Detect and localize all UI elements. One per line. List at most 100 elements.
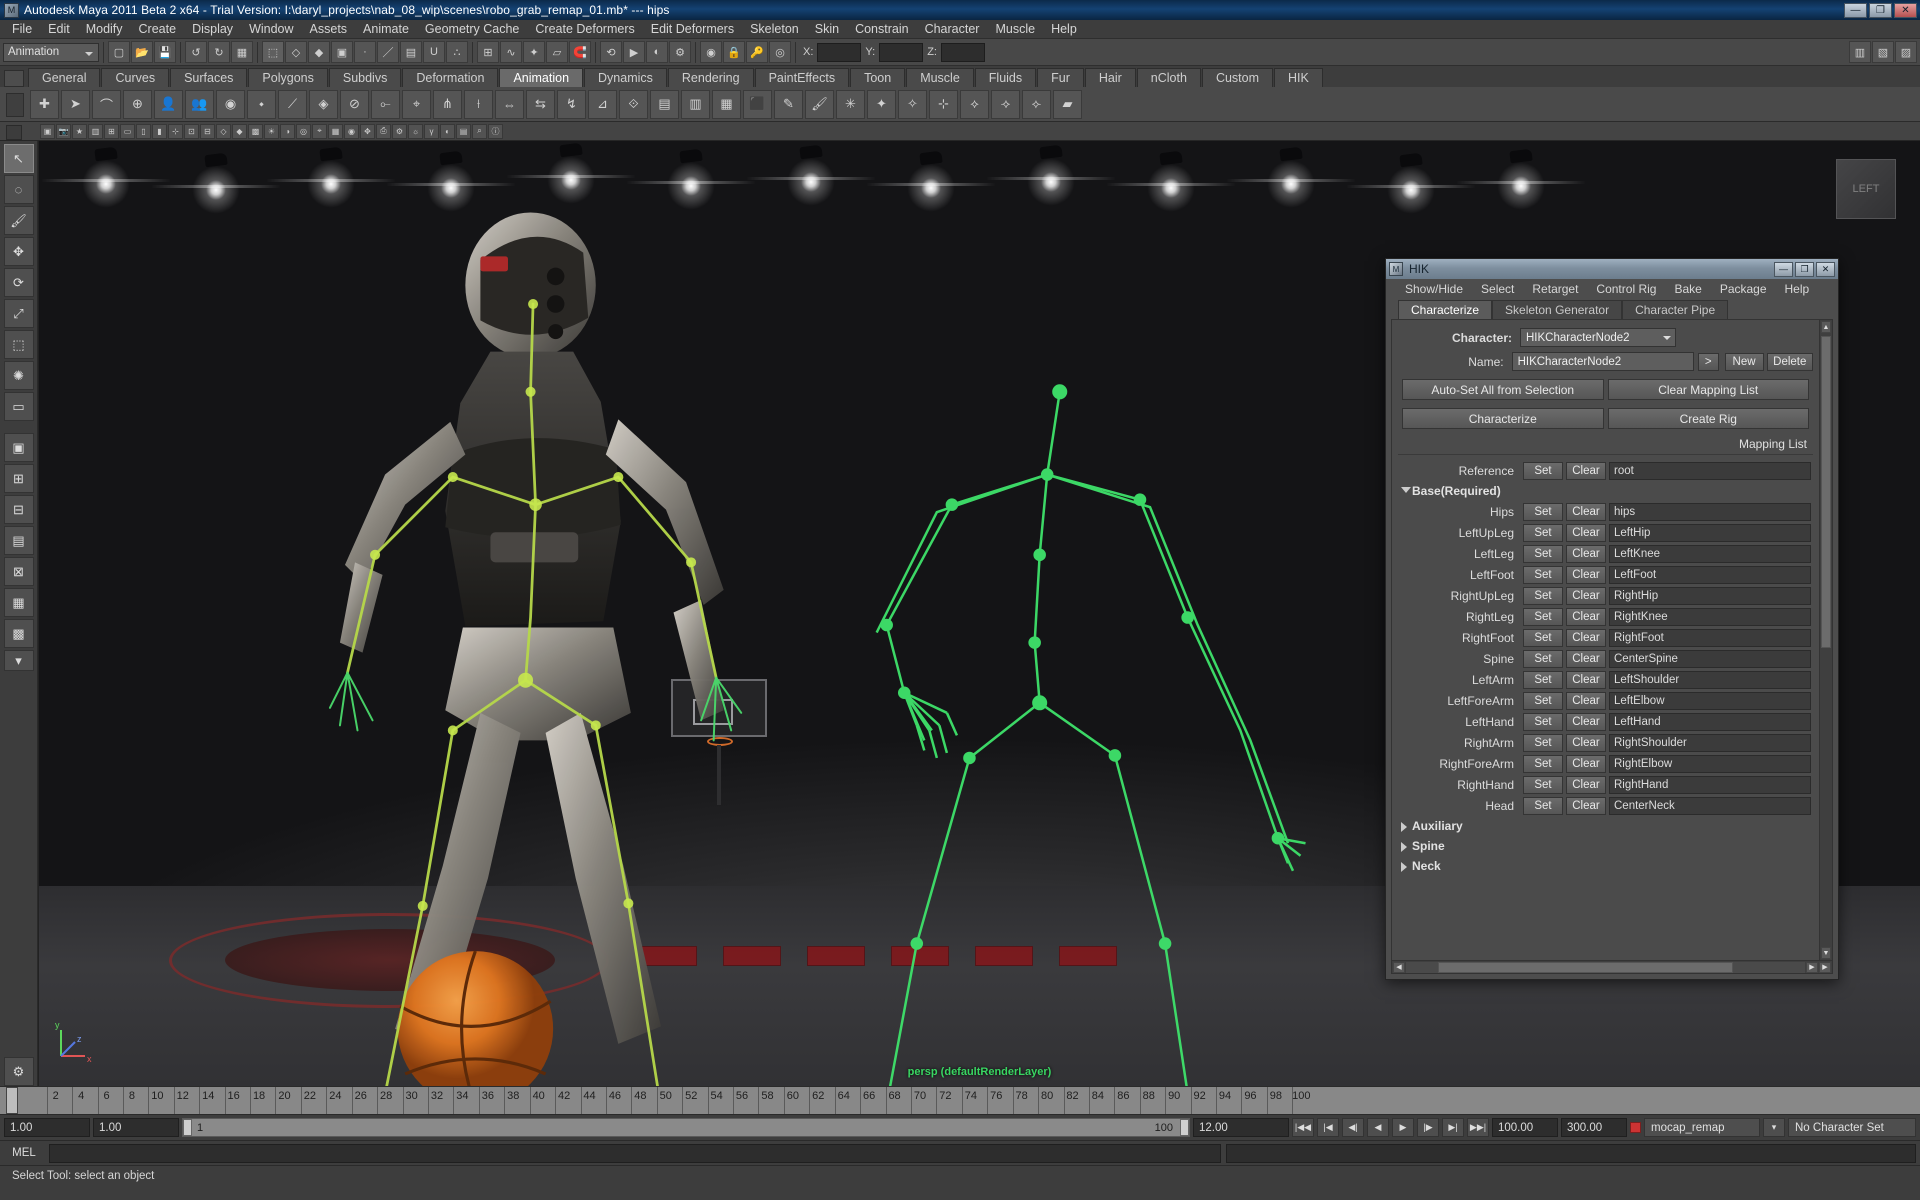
layout-hyper-persp-icon[interactable]: ▩ <box>3 619 34 648</box>
mapping-clear-button[interactable]: Clear <box>1566 775 1606 794</box>
mapping-set-button[interactable]: Set <box>1523 733 1563 752</box>
hik-menu-help[interactable]: Help <box>1776 282 1819 296</box>
chevron-right-icon[interactable] <box>1401 822 1407 832</box>
mapping-clear-button[interactable]: Clear <box>1566 754 1606 773</box>
highlight-icon[interactable]: ▣ <box>331 41 353 63</box>
reference-value[interactable]: root <box>1609 461 1811 480</box>
shelf-icon-0[interactable]: ✚ <box>30 89 59 119</box>
mapping-set-button[interactable]: Set <box>1523 523 1563 542</box>
mapping-clear-button[interactable]: Clear <box>1566 565 1606 584</box>
shelf-tab-fur[interactable]: Fur <box>1037 68 1084 87</box>
hik-maximize-button[interactable]: ❐ <box>1795 261 1814 277</box>
shelf-icon-25[interactable]: 🖌 <box>805 89 834 119</box>
rotate-tool-icon[interactable]: ⟳ <box>3 268 34 297</box>
hardware-render-icon[interactable]: ▦ <box>328 123 343 139</box>
lasso-tool-icon[interactable]: ◌ <box>3 175 34 204</box>
point-icon[interactable]: · <box>354 41 376 63</box>
mapping-set-button[interactable]: Set <box>1523 775 1563 794</box>
menu-item-file[interactable]: File <box>4 21 40 37</box>
soft-modification-icon[interactable]: ✺ <box>3 361 34 390</box>
mapping-value-field[interactable]: RightFoot <box>1609 628 1811 647</box>
menu-item-edit[interactable]: Edit <box>40 21 78 37</box>
line-icon[interactable]: ／ <box>377 41 399 63</box>
two-sided-lighting-icon[interactable]: ◐ <box>440 123 455 139</box>
no-manip-icon[interactable]: ✥ <box>360 123 375 139</box>
mapping-set-button[interactable]: Set <box>1523 649 1563 668</box>
exposure-icon[interactable]: ☼ <box>408 123 423 139</box>
shelf-tab-custom[interactable]: Custom <box>1201 68 1274 87</box>
shelf-icon-1[interactable]: ➤ <box>61 89 90 119</box>
field-chart-icon[interactable]: ⊹ <box>168 123 183 139</box>
scroll-right-arrow-icon[interactable]: ▶ <box>1806 961 1818 973</box>
anim-layer-dropdown-icon[interactable]: ▾ <box>1763 1118 1785 1137</box>
last-tool-icon[interactable]: ▭ <box>3 392 34 421</box>
snap-point-icon[interactable]: ✦ <box>523 41 545 63</box>
uv-icon[interactable]: U <box>423 41 445 63</box>
mapping-value-field[interactable]: LeftShoulder <box>1609 670 1811 689</box>
shelf-icon-30[interactable]: ⟡ <box>960 89 989 119</box>
mapping-value-field[interactable]: LeftHand <box>1609 712 1811 731</box>
shelf-icon-32[interactable]: ⟣ <box>1022 89 1051 119</box>
mapping-set-button[interactable]: Set <box>1523 544 1563 563</box>
select-by-hierarchy-icon[interactable]: ⬚ <box>262 41 284 63</box>
shelf-tab-general[interactable]: General <box>28 68 101 87</box>
mapping-group-neck[interactable]: Neck <box>1398 856 1813 876</box>
hik-tab-characterize[interactable]: Characterize <box>1398 300 1493 319</box>
reference-clear-button[interactable]: Clear <box>1566 461 1606 480</box>
scroll-thumb[interactable] <box>1821 336 1831 648</box>
scroll-up-arrow-icon[interactable]: ▲ <box>1821 321 1831 333</box>
layout-four-icon[interactable]: ⊞ <box>3 464 34 493</box>
mapping-value-field[interactable]: RightShoulder <box>1609 733 1811 752</box>
film-gate-icon[interactable]: ▭ <box>120 123 135 139</box>
layout-persp-graph-icon[interactable]: ▦ <box>3 588 34 617</box>
menu-item-create-deformers[interactable]: Create Deformers <box>527 21 642 37</box>
show-tool-settings-icon[interactable]: ▧ <box>1872 41 1894 63</box>
mapping-clear-button[interactable]: Clear <box>1566 523 1606 542</box>
hik-window[interactable]: M HIK — ❐ ✕ Show/Hide Select Retarget Contr… <box>1385 258 1839 980</box>
wireframe-icon[interactable]: ◇ <box>216 123 231 139</box>
shelf-icon-5[interactable]: 👥 <box>185 89 214 119</box>
snap-grid-icon[interactable]: ⊞ <box>477 41 499 63</box>
anim-layer-selector[interactable]: mocap_remap <box>1644 1118 1760 1137</box>
menu-item-window[interactable]: Window <box>241 21 301 37</box>
shelf-tab-dynamics[interactable]: Dynamics <box>584 68 667 87</box>
open-scene-icon[interactable]: 📂 <box>131 41 153 63</box>
playback-end-field[interactable]: 1.00 <box>93 1118 179 1137</box>
mapping-clear-button[interactable]: Clear <box>1566 544 1606 563</box>
magnet-icon[interactable]: 🧲 <box>569 41 591 63</box>
current-time-field[interactable]: 12.00 <box>1193 1118 1289 1137</box>
scroll-right-page-icon[interactable]: ▶ <box>1819 961 1831 973</box>
shelf-icon-23[interactable]: ⬛ <box>743 89 772 119</box>
shelf-tab-ncloth[interactable]: nCloth <box>1136 68 1201 87</box>
scale-tool-icon[interactable]: ⤢ <box>3 299 34 328</box>
anim-end-field[interactable]: 300.00 <box>1561 1118 1627 1137</box>
hik-menu-package[interactable]: Package <box>1711 282 1776 296</box>
image-plane-icon[interactable]: ▥ <box>88 123 103 139</box>
layout-more-icon[interactable]: ▾ <box>3 650 34 671</box>
mapping-set-button[interactable]: Set <box>1523 628 1563 647</box>
show-channel-box-icon[interactable]: ▨ <box>1895 41 1917 63</box>
vertex-icon[interactable]: ∴ <box>446 41 468 63</box>
hik-menu-control-rig[interactable]: Control Rig <box>1587 282 1665 296</box>
safe-title-icon[interactable]: ⊟ <box>200 123 215 139</box>
mapping-set-button[interactable]: Set <box>1523 796 1563 815</box>
shelf-tab-curves[interactable]: Curves <box>101 68 170 87</box>
mapping-value-field[interactable]: LeftHip <box>1609 523 1811 542</box>
delete-character-button[interactable]: Delete <box>1766 352 1813 371</box>
gate-mask-icon[interactable]: ▮ <box>152 123 167 139</box>
hik-menu-bake[interactable]: Bake <box>1665 282 1710 296</box>
mapping-clear-button[interactable]: Clear <box>1566 628 1606 647</box>
character-selector[interactable]: HIKCharacterNode2 <box>1520 328 1676 347</box>
camera-icon[interactable]: 📷 <box>56 123 71 139</box>
coord-z-field[interactable] <box>940 42 985 62</box>
bookmark-icon[interactable]: ★ <box>72 123 87 139</box>
lock-icon[interactable]: 🔒 <box>723 41 745 63</box>
go-to-start-icon[interactable]: |◀◀ <box>1292 1118 1314 1137</box>
shelf-icon-11[interactable]: ⟜ <box>371 89 400 119</box>
shelf-icon-2[interactable]: ⌒ <box>92 89 121 119</box>
redo-icon[interactable]: ↻ <box>208 41 230 63</box>
shelf-icon-31[interactable]: ⟢ <box>991 89 1020 119</box>
mapping-set-button[interactable]: Set <box>1523 565 1563 584</box>
shelf-tab-animation[interactable]: Animation <box>499 68 584 87</box>
hardware-texture-icon[interactable]: ▩ <box>248 123 263 139</box>
